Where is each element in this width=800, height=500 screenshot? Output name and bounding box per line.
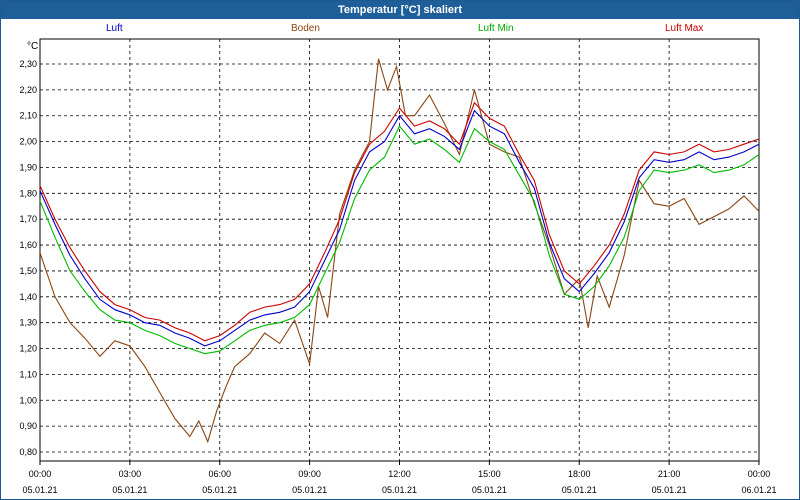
- x-tick-date: 05.01.21: [382, 485, 417, 495]
- x-tick-date: 06.01.21: [741, 485, 776, 495]
- x-tick-time: 09:00: [298, 469, 321, 479]
- x-tick-date: 05.01.21: [652, 485, 687, 495]
- x-tick-date: 05.01.21: [202, 485, 237, 495]
- x-tick-time: 00:00: [29, 469, 52, 479]
- x-tick-time: 12:00: [388, 469, 411, 479]
- x-tick-time: 15:00: [478, 469, 501, 479]
- y-tick-label: 1,60: [19, 240, 37, 250]
- x-tick-date: 05.01.21: [112, 485, 147, 495]
- y-tick-label: 1,70: [19, 214, 37, 224]
- x-tick-time: 21:00: [658, 469, 681, 479]
- y-tick-label: 0,80: [19, 447, 37, 457]
- x-tick-date: 05.01.21: [562, 485, 597, 495]
- y-tick-label: 1,90: [19, 162, 37, 172]
- y-tick-label: 1,50: [19, 266, 37, 276]
- y-tick-label: 2,10: [19, 111, 37, 121]
- y-tick-label: 1,80: [19, 188, 37, 198]
- x-tick-time: 18:00: [568, 469, 591, 479]
- x-tick-time: 00:00: [748, 469, 771, 479]
- y-tick-label: 2,30: [19, 59, 37, 69]
- x-tick-date: 05.01.21: [22, 485, 57, 495]
- y-tick-label: 1,10: [19, 369, 37, 379]
- x-tick-date: 05.01.21: [292, 485, 327, 495]
- x-tick-time: 06:00: [208, 469, 231, 479]
- chart-window: Temperatur [°C] skaliert Luft Boden Luft…: [0, 0, 800, 500]
- y-tick-label: 1,20: [19, 344, 37, 354]
- y-tick-label: 1,00: [19, 395, 37, 405]
- y-tick-label: 0,90: [19, 421, 37, 431]
- x-tick-date: 05.01.21: [472, 485, 507, 495]
- y-tick-label: 1,30: [19, 318, 37, 328]
- y-tick-label: 2,00: [19, 137, 37, 147]
- plot-area: 0,80 0,90 1,00 1,10 1,20 1,30 1,40 1,50 1,60 1,70…: [19, 38, 777, 495]
- x-tick-time: 03:00: [119, 469, 142, 479]
- y-tick-label: 1,40: [19, 292, 37, 302]
- y-tick-label: 2,20: [19, 85, 37, 95]
